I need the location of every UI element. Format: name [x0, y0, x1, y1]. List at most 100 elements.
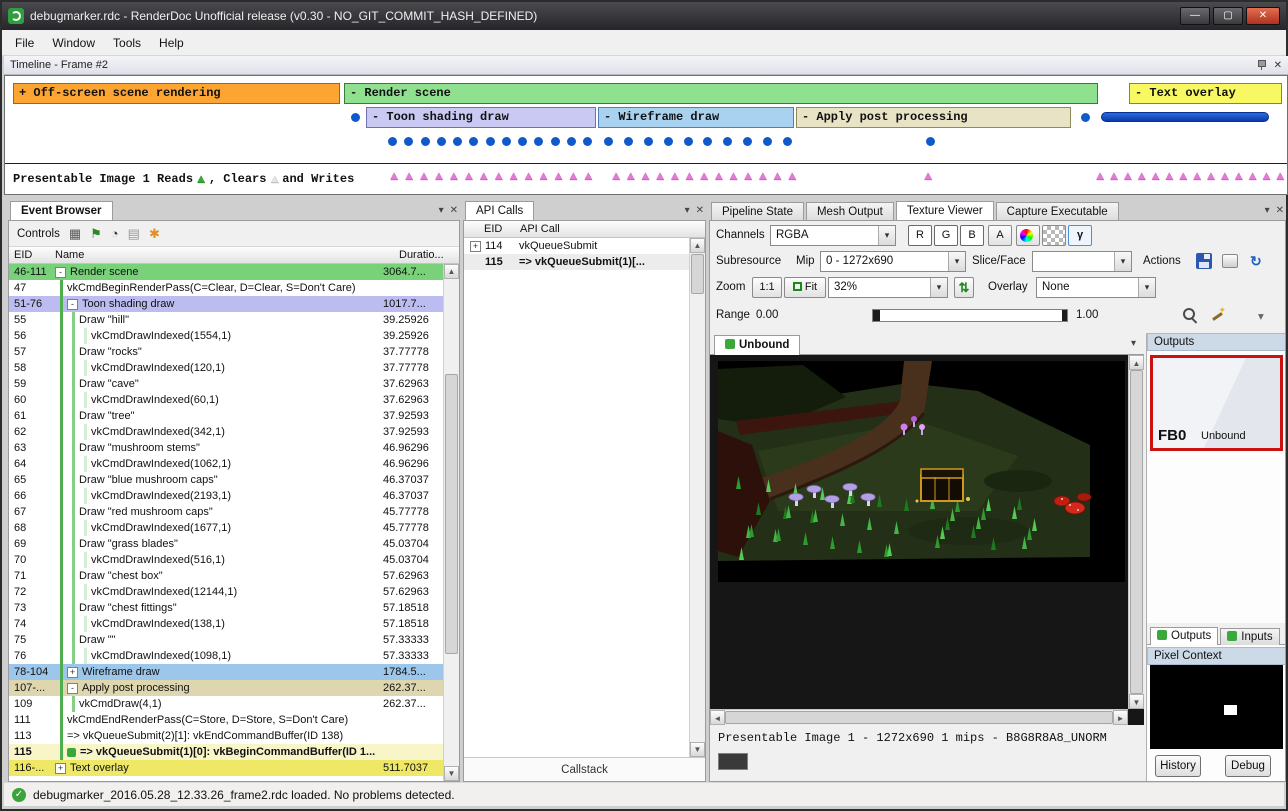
expander-icon[interactable]: + [67, 667, 78, 678]
event-row[interactable]: 47vkCmdBeginRenderPass(C=Clear, D=Clear,… [9, 280, 443, 296]
panel-dropdown-icon[interactable]: ▾ [439, 205, 444, 216]
columns-icon[interactable]: ▦ [69, 227, 81, 240]
channel-r-button[interactable]: R [908, 225, 932, 246]
pixel-context-view[interactable] [1150, 665, 1283, 749]
panel-close-icon[interactable]: ✕ [450, 205, 458, 216]
tab-texture-viewer[interactable]: Texture Viewer [896, 201, 994, 221]
event-row[interactable]: 78-104+Wireframe draw1784.5... [9, 664, 443, 680]
overlay-select[interactable]: None [1036, 277, 1156, 298]
range-slider[interactable] [872, 309, 1068, 322]
event-row[interactable]: 60vkCmdDrawIndexed(60,1)37.62963 [9, 392, 443, 408]
gamma-button[interactable]: γ [1068, 225, 1092, 246]
event-row[interactable]: 107-...-Apply post processing262.37... [9, 680, 443, 696]
panel-dropdown-icon[interactable]: ▾ [1265, 205, 1270, 216]
tab-capture-executable[interactable]: Capture Executable [996, 202, 1119, 221]
event-row[interactable]: 59Draw "cave"37.62963 [9, 376, 443, 392]
event-row[interactable]: 51-76-Toon shading draw1017.7... [9, 296, 443, 312]
event-row[interactable]: 55Draw "hill"39.25926 [9, 312, 443, 328]
checkerboard-icon[interactable] [1042, 225, 1066, 246]
expander-icon[interactable]: - [67, 683, 78, 694]
api-row[interactable]: +114vkQueueSubmit [464, 238, 689, 254]
current-event-flag-icon[interactable]: ⚑ [90, 227, 102, 240]
event-row[interactable]: 111vkCmdEndRenderPass(C=Store, D=Store, … [9, 712, 443, 728]
event-row[interactable]: 75Draw ""57.33333 [9, 632, 443, 648]
event-row[interactable]: 70vkCmdDrawIndexed(516,1)45.03704 [9, 552, 443, 568]
fb0-thumbnail[interactable]: FB0 Unbound [1150, 355, 1283, 451]
event-row[interactable]: 58vkCmdDrawIndexed(120,1)37.77778 [9, 360, 443, 376]
menu-tools[interactable]: Tools [104, 32, 150, 54]
tab-pipeline-state[interactable]: Pipeline State [711, 202, 804, 221]
tab-outputs[interactable]: Outputs [1150, 627, 1218, 645]
channel-a-button[interactable]: A [988, 225, 1012, 246]
texture-list-dropdown-icon[interactable]: ▾ [1131, 338, 1136, 349]
close-button[interactable]: ✕ [1246, 7, 1280, 25]
timeline-block-post[interactable]: - Apply post processing [796, 107, 1071, 128]
timeline-block-render-scene[interactable]: - Render scene [344, 83, 1098, 104]
fit-button[interactable]: Fit [784, 277, 826, 298]
event-row[interactable]: 67Draw "red mushroom caps"45.77778 [9, 504, 443, 520]
event-browser-scrollbar[interactable]: ▲ ▼ [443, 264, 459, 781]
range-options-icon[interactable]: ▾ [1258, 309, 1264, 323]
menu-help[interactable]: Help [150, 32, 193, 54]
panel-close-icon[interactable]: ✕ [696, 205, 704, 216]
save-icon[interactable] [1196, 253, 1212, 269]
channel-b-button[interactable]: B [960, 225, 984, 246]
event-row[interactable]: 68vkCmdDrawIndexed(1677,1)45.77778 [9, 520, 443, 536]
tab-inputs[interactable]: Inputs [1220, 628, 1279, 645]
sliceface-select[interactable] [1032, 251, 1132, 272]
event-row[interactable]: 115=> vkQueueSubmit(1)[0]: vkBeginComman… [9, 744, 443, 760]
timeline-block-toon[interactable]: - Toon shading draw [366, 107, 596, 128]
event-row[interactable]: 74vkCmdDrawIndexed(138,1)57.18518 [9, 616, 443, 632]
column-duration[interactable]: Duratio... [397, 249, 459, 261]
event-row[interactable]: 76vkCmdDrawIndexed(1098,1)57.33333 [9, 648, 443, 664]
tab-unbound-texture[interactable]: Unbound [714, 335, 800, 355]
column-eid[interactable]: EID [464, 223, 520, 235]
channels-select[interactable]: RGBA [770, 225, 896, 246]
event-row[interactable]: 46-111-Render scene3064.7... [9, 264, 443, 280]
event-row[interactable]: 57Draw "rocks"37.77778 [9, 344, 443, 360]
refresh-icon[interactable]: ↻ [1250, 253, 1262, 269]
timeline-markers[interactable]: Presentable Image 1 Reads ▲ , Clears ▲ a… [5, 163, 1287, 194]
zoom-1to1-button[interactable]: 1:1 [752, 277, 782, 298]
timeline-block-text-overlay[interactable]: - Text overlay [1129, 83, 1282, 104]
timeline-block-offscreen[interactable]: + Off-screen scene rendering [13, 83, 340, 104]
texture-vertical-scrollbar[interactable]: ▲ ▼ [1128, 355, 1144, 709]
api-calls-scrollbar[interactable]: ▲ ▼ [689, 238, 705, 757]
timeline-close-icon[interactable]: ✕ [1274, 60, 1282, 71]
event-row[interactable]: 56vkCmdDrawIndexed(1554,1)39.25926 [9, 328, 443, 344]
maximize-button[interactable]: ▢ [1213, 7, 1243, 25]
panel-dropdown-icon[interactable]: ▾ [685, 205, 690, 216]
minimize-button[interactable]: — [1180, 7, 1210, 25]
menu-window[interactable]: Window [43, 32, 104, 54]
event-row[interactable]: 65Draw "blue mushroom caps"46.37037 [9, 472, 443, 488]
timeline-body[interactable]: + Off-screen scene rendering - Render sc… [5, 76, 1287, 163]
texture-image[interactable] [718, 361, 1125, 582]
panel-close-icon[interactable]: ✕ [1276, 205, 1284, 216]
event-row[interactable]: 71Draw "chest box"57.62963 [9, 568, 443, 584]
channel-g-button[interactable]: G [934, 225, 958, 246]
history-button[interactable]: History [1155, 755, 1201, 777]
column-eid[interactable]: EID [9, 249, 55, 261]
texture-list-icon[interactable] [1222, 254, 1238, 268]
autofit-wand-icon[interactable] [1210, 307, 1226, 323]
timeline-current-bar[interactable] [1101, 112, 1269, 122]
event-row[interactable]: 69Draw "grass blades"45.03704 [9, 536, 443, 552]
tab-mesh-output[interactable]: Mesh Output [806, 202, 894, 221]
pin-icon[interactable] [1256, 59, 1266, 71]
expander-icon[interactable]: - [67, 299, 78, 310]
timeline-block-wireframe[interactable]: - Wireframe draw [598, 107, 794, 128]
event-row[interactable]: 64vkCmdDrawIndexed(1062,1)46.96296 [9, 456, 443, 472]
stats-icon[interactable]: ▤ [128, 227, 140, 240]
event-row[interactable]: 66vkCmdDrawIndexed(2193,1)46.37037 [9, 488, 443, 504]
expander-icon[interactable]: - [55, 267, 66, 278]
expander-icon[interactable]: + [470, 241, 481, 252]
event-row[interactable]: 63Draw "mushroom stems"46.96296 [9, 440, 443, 456]
texture-display[interactable]: ▲ ▼ ◄ ► [710, 355, 1144, 725]
zoom-select[interactable]: 32% [828, 277, 948, 298]
time-draws-icon[interactable]: ◔ [111, 227, 119, 240]
debug-button[interactable]: Debug [1225, 755, 1271, 777]
expander-icon[interactable]: + [55, 763, 66, 774]
event-row[interactable]: 116-...+Text overlay511.7037 [9, 760, 443, 776]
callstack-label[interactable]: Callstack [464, 757, 705, 781]
zoom-range-icon[interactable] [1182, 307, 1198, 323]
